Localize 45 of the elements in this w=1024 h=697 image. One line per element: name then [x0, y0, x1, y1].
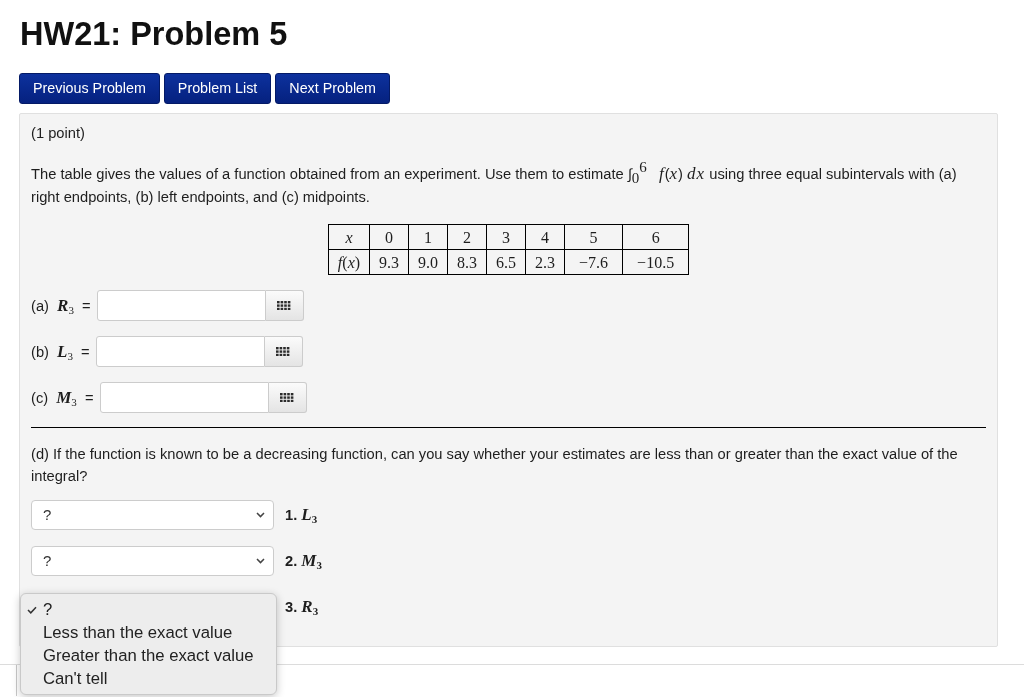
table-cell: 8.3 [447, 249, 487, 275]
table-cell: −10.5 [622, 249, 689, 275]
dropdown-label: 1. L$_{3}$ [285, 504, 318, 527]
grid-button[interactable] [265, 290, 304, 321]
page-title: HW21: Problem 5 [20, 16, 289, 52]
table-cell: 9.0 [408, 249, 448, 275]
answer-field[interactable] [96, 290, 266, 321]
table-cell: x [328, 224, 370, 250]
table-cell: 4 [525, 224, 565, 250]
table-cell: 3 [486, 224, 526, 250]
table-cell: 2 [447, 224, 487, 250]
table-cell: 0 [369, 224, 409, 250]
grid-icon [280, 392, 294, 403]
nav-button[interactable]: Previous Problem [19, 73, 160, 104]
table-cell: f(x) [328, 249, 370, 275]
table-cell: 6 [622, 224, 689, 250]
dropdown[interactable]: ? [31, 500, 274, 530]
dropdown-label: 2. M$_{3}$ [285, 550, 322, 573]
nav-button[interactable]: Problem List [163, 73, 272, 104]
table-cell: −7.6 [564, 249, 623, 275]
table-cell: 6.5 [486, 249, 526, 275]
dropdown-option[interactable]: Less than the exact value [21, 621, 276, 644]
grid-icon [276, 346, 291, 357]
answer-label: (b) L$_{3}$ = [31, 340, 90, 364]
dropdown-option[interactable]: Greater than the exact value [21, 644, 276, 667]
points-label: (1 point) [31, 124, 86, 143]
dropdown-option[interactable]: ? [21, 598, 276, 621]
table-cell: 2.3 [525, 249, 565, 275]
dropdown-label: 3. R$_{3}$ [285, 596, 319, 619]
chevron-down-icon [256, 512, 265, 518]
dropdown[interactable]: ? [31, 546, 274, 576]
chevron-down-icon [256, 558, 265, 564]
answer-field[interactable] [99, 382, 269, 413]
table-cell: 9.3 [369, 249, 409, 275]
table-cell: 5 [564, 224, 623, 250]
table-cell: 1 [408, 224, 448, 250]
grid-button[interactable] [268, 382, 307, 413]
grid-icon [277, 300, 292, 311]
question-text: (d) If the function is known to be a decreasing function, can you say whether your estimates are less than or greater than the exact value of the integral? [31, 445, 959, 486]
nav-button[interactable]: Next Problem [275, 73, 390, 104]
answer-label: (a) R$_{3}$ = [31, 294, 91, 318]
answer-label: (c) M$_{3}$ = [31, 386, 94, 410]
answer-field[interactable] [95, 336, 265, 367]
dropdown-option[interactable]: Can't tell [21, 667, 276, 690]
grid-button[interactable] [264, 336, 303, 367]
